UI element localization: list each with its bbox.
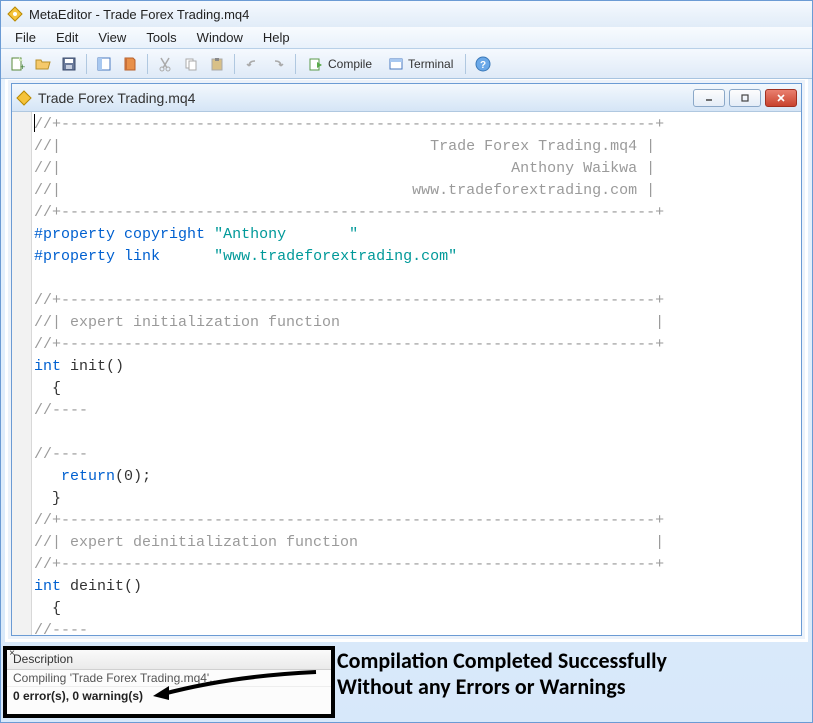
- mdi-area: Trade Forex Trading.mq4 //+----------: [5, 79, 808, 642]
- cut-icon: [157, 56, 173, 72]
- window-controls: [693, 89, 797, 107]
- menu-view[interactable]: View: [88, 28, 136, 47]
- minimize-button[interactable]: [693, 89, 725, 107]
- annotation-text: Compilation Completed Successfully Witho…: [337, 648, 667, 700]
- toolbar-separator: [147, 54, 148, 74]
- toolbar-separator: [295, 54, 296, 74]
- compile-icon: [308, 56, 324, 72]
- menu-file[interactable]: File: [5, 28, 46, 47]
- output-header[interactable]: Description: [7, 650, 331, 670]
- toolbar: + Co: [1, 49, 812, 79]
- help-icon: ?: [475, 56, 491, 72]
- annotation-line2: Without any Errors or Warnings: [337, 674, 667, 700]
- navigator-button[interactable]: [92, 52, 116, 76]
- terminal-icon: [388, 56, 404, 72]
- editor-gutter: [12, 112, 32, 635]
- open-file-button[interactable]: [31, 52, 55, 76]
- toolbar-separator: [234, 54, 235, 74]
- maximize-icon: [740, 93, 750, 103]
- document-titlebar[interactable]: Trade Forex Trading.mq4: [12, 84, 801, 112]
- annotation-line1: Compilation Completed Successfully: [337, 648, 667, 674]
- close-button[interactable]: [765, 89, 797, 107]
- menu-edit[interactable]: Edit: [46, 28, 88, 47]
- copy-button[interactable]: [179, 52, 203, 76]
- code-editor[interactable]: //+-------------------------------------…: [12, 112, 801, 635]
- app-title: MetaEditor - Trade Forex Trading.mq4: [29, 7, 249, 22]
- redo-button[interactable]: [266, 52, 290, 76]
- undo-icon: [244, 56, 260, 72]
- document-icon: [16, 90, 32, 106]
- svg-text:?: ?: [480, 60, 486, 71]
- terminal-button[interactable]: Terminal: [381, 52, 460, 76]
- new-file-icon: +: [9, 56, 25, 72]
- output-row: Compiling 'Trade Forex Trading.mq4'...: [7, 670, 331, 687]
- new-file-button[interactable]: +: [5, 52, 29, 76]
- maximize-button[interactable]: [729, 89, 761, 107]
- toolbar-separator: [86, 54, 87, 74]
- toolbox-button[interactable]: [118, 52, 142, 76]
- save-icon: [61, 56, 77, 72]
- undo-button[interactable]: [240, 52, 264, 76]
- redo-icon: [270, 56, 286, 72]
- book-icon: [122, 56, 138, 72]
- paste-icon: [209, 56, 225, 72]
- output-panel: × Description Compiling 'Trade Forex Tra…: [3, 646, 335, 718]
- menu-tools[interactable]: Tools: [136, 28, 186, 47]
- compile-button[interactable]: Compile: [301, 52, 379, 76]
- menubar: File Edit View Tools Window Help: [1, 27, 812, 49]
- save-button[interactable]: [57, 52, 81, 76]
- cut-button[interactable]: [153, 52, 177, 76]
- document-window: Trade Forex Trading.mq4 //+----------: [11, 83, 802, 636]
- folder-open-icon: [35, 56, 51, 72]
- titlebar[interactable]: MetaEditor - Trade Forex Trading.mq4: [1, 1, 812, 27]
- svg-text:+: +: [20, 62, 25, 72]
- close-icon: [776, 93, 786, 103]
- minimize-icon: [704, 93, 714, 103]
- toolbar-separator: [465, 54, 466, 74]
- copy-icon: [183, 56, 199, 72]
- paste-button[interactable]: [205, 52, 229, 76]
- terminal-label: Terminal: [408, 57, 453, 71]
- help-button[interactable]: ?: [471, 52, 495, 76]
- document-title: Trade Forex Trading.mq4: [38, 90, 693, 106]
- app-icon: [7, 6, 23, 22]
- output-result: 0 error(s), 0 warning(s): [7, 687, 331, 705]
- code-content: //+-------------------------------------…: [34, 114, 797, 635]
- menu-help[interactable]: Help: [253, 28, 300, 47]
- menu-window[interactable]: Window: [187, 28, 253, 47]
- panel-close-button[interactable]: ×: [5, 648, 19, 662]
- app-window: MetaEditor - Trade Forex Trading.mq4 Fil…: [0, 0, 813, 723]
- compile-label: Compile: [328, 57, 372, 71]
- panel-left-icon: [96, 56, 112, 72]
